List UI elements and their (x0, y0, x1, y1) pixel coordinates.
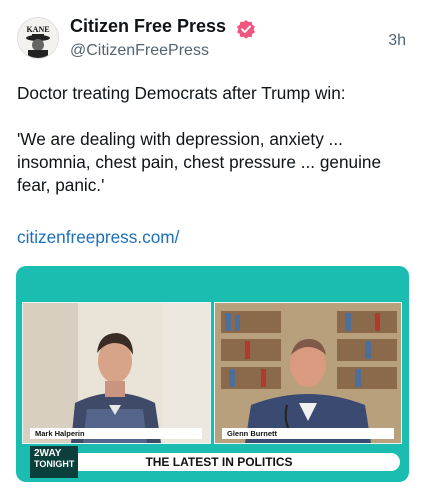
avatar-image: KANE (18, 18, 58, 58)
author-handle[interactable]: @CitizenFreePress (70, 42, 209, 60)
person-image-right (215, 303, 401, 443)
post-time[interactable]: 3h (388, 32, 406, 50)
svg-text:KANE: KANE (26, 25, 49, 34)
right-video-panel: Glenn Burnett (214, 302, 402, 444)
lower-third-banner: THE LATEST IN POLITICS (38, 453, 400, 471)
verified-badge-icon (237, 20, 255, 39)
post-link[interactable]: citizenfreepress.com/ (17, 227, 179, 248)
post-text: Doctor treating Democrats after Trump wi… (17, 83, 382, 195)
logo-line2: TONIGHT (34, 459, 75, 469)
right-nameplate: Glenn Burnett (222, 428, 394, 439)
logo-line1: 2WAY (34, 448, 62, 459)
left-nameplate: Mark Halperin (30, 428, 202, 439)
show-logo: 2WAY TONIGHT (30, 446, 78, 478)
video-thumbnail[interactable]: Mark Halperin Glenn Burnett THE LATEST I… (16, 266, 409, 482)
left-video-panel: Mark Halperin (22, 302, 211, 444)
person-image-left (23, 303, 210, 443)
author-name[interactable]: Citizen Free Press (70, 16, 226, 37)
avatar[interactable]: KANE (17, 17, 59, 59)
